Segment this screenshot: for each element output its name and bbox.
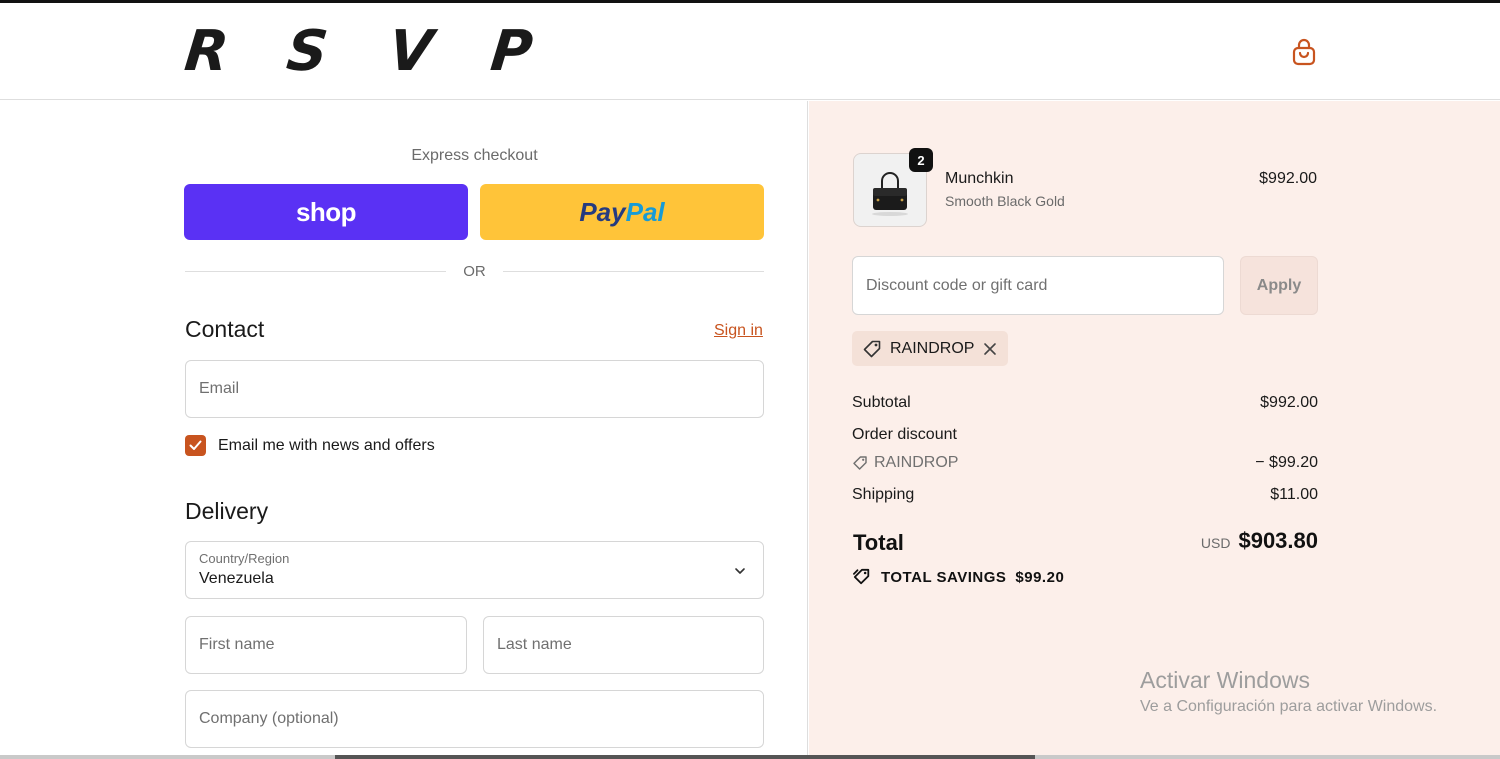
- cart-button[interactable]: [1290, 37, 1318, 67]
- shop-pay-label: shop: [295, 196, 357, 227]
- scrollbar-thumb[interactable]: [335, 755, 1035, 759]
- currency-code: USD: [1200, 535, 1231, 551]
- delivery-title: Delivery: [185, 498, 269, 524]
- shipping-value: $11.00: [1270, 486, 1318, 503]
- discount-value: − $99.20: [1255, 454, 1318, 471]
- company-field[interactable]: Company (optional): [185, 690, 764, 748]
- newsletter-label: Email me with news and offers: [218, 436, 435, 454]
- discount-placeholder: Discount code or gift card: [866, 277, 1048, 294]
- paypal-button[interactable]: Pay Pal: [480, 184, 764, 240]
- total-amount: USD $903.80: [1109, 528, 1318, 554]
- paypal-label-pal: Pal: [625, 196, 665, 227]
- savings-value: $99.20: [1015, 568, 1065, 586]
- product-price: $992.00: [1259, 170, 1317, 187]
- last-name-placeholder: Last name: [497, 636, 572, 653]
- shipping-label: Shipping: [852, 486, 915, 503]
- apply-button[interactable]: Apply: [1240, 256, 1318, 315]
- total-savings: TOTAL SAVINGS $99.20: [852, 568, 1064, 586]
- close-icon: [984, 342, 997, 355]
- logo-letter: V: [385, 19, 436, 84]
- shopping-bag-icon: [1292, 38, 1316, 66]
- total-label: Total: [853, 530, 904, 555]
- company-placeholder: Company (optional): [199, 710, 339, 727]
- newsletter-row: Email me with news and offers: [185, 435, 435, 456]
- logo-letter: R: [181, 19, 232, 84]
- order-discount-row: Order discount: [852, 426, 1318, 444]
- header: R S V P: [0, 3, 1500, 100]
- subtotal-label: Subtotal: [852, 394, 911, 411]
- or-divider: OR: [185, 261, 764, 281]
- quantity-badge: 2: [909, 148, 933, 172]
- savings-label: TOTAL SAVINGS: [881, 568, 1007, 586]
- shop-pay-button[interactable]: shop: [184, 184, 468, 240]
- divider-line: [502, 270, 764, 272]
- shipping-row: Shipping $11.00: [852, 486, 1318, 504]
- sign-in-link[interactable]: Sign in: [714, 322, 763, 340]
- country-select[interactable]: Country/Region Venezuela: [185, 541, 764, 599]
- total-value: $903.80: [1238, 528, 1318, 553]
- checkmark-icon: [189, 440, 202, 450]
- product-name: Munchkin: [945, 170, 1014, 187]
- email-placeholder: Email: [199, 380, 240, 397]
- tag-icon: [863, 340, 881, 357]
- logo-letter: S: [283, 19, 331, 84]
- email-field[interactable]: Email: [185, 360, 764, 418]
- chevron-down-icon: [735, 568, 745, 574]
- checkout-form-panel: Express checkout shop Pay Pal OR Contact …: [0, 101, 808, 759]
- store-logo[interactable]: R S V P: [181, 19, 593, 84]
- paypal-label-pay: Pay: [579, 196, 626, 227]
- discount-code-input[interactable]: Discount code or gift card: [852, 256, 1224, 315]
- watermark-title: Activar Windows: [1140, 667, 1310, 693]
- subtotal-value: $992.00: [1260, 394, 1318, 411]
- order-summary-panel: 2 Munchkin Smooth Black Gold $992.00 Dis…: [809, 101, 1500, 759]
- last-name-field[interactable]: Last name: [483, 616, 764, 674]
- savings-tag-icon: [853, 568, 870, 585]
- watermark-subtitle: Ve a Configuración para activar Windows.: [1140, 698, 1438, 715]
- subtotal-row: Subtotal $992.00: [852, 394, 1318, 412]
- applied-discount-chip: RAINDROP: [852, 331, 1009, 366]
- first-name-field[interactable]: First name: [185, 616, 467, 674]
- logo-letter: P: [487, 19, 536, 84]
- newsletter-checkbox[interactable]: [185, 435, 206, 456]
- applied-code-label: RAINDROP: [890, 339, 975, 357]
- contact-title: Contact: [185, 316, 265, 342]
- horizontal-scrollbar[interactable]: [0, 755, 1500, 759]
- express-checkout-title: Express checkout: [411, 147, 538, 164]
- windows-activation-watermark: Activar Windows Ve a Configuración para …: [1140, 667, 1437, 716]
- product-variant: Smooth Black Gold: [945, 193, 1065, 209]
- divider-line: [185, 270, 447, 272]
- first-name-placeholder: First name: [199, 636, 275, 653]
- country-value: Venezuela: [199, 570, 274, 587]
- discount-amount-row: − $99.20: [852, 454, 1318, 472]
- or-label: OR: [463, 262, 486, 280]
- remove-discount-button[interactable]: [982, 341, 998, 357]
- order-discount-label: Order discount: [852, 426, 957, 443]
- country-label: Country/Region: [199, 551, 290, 566]
